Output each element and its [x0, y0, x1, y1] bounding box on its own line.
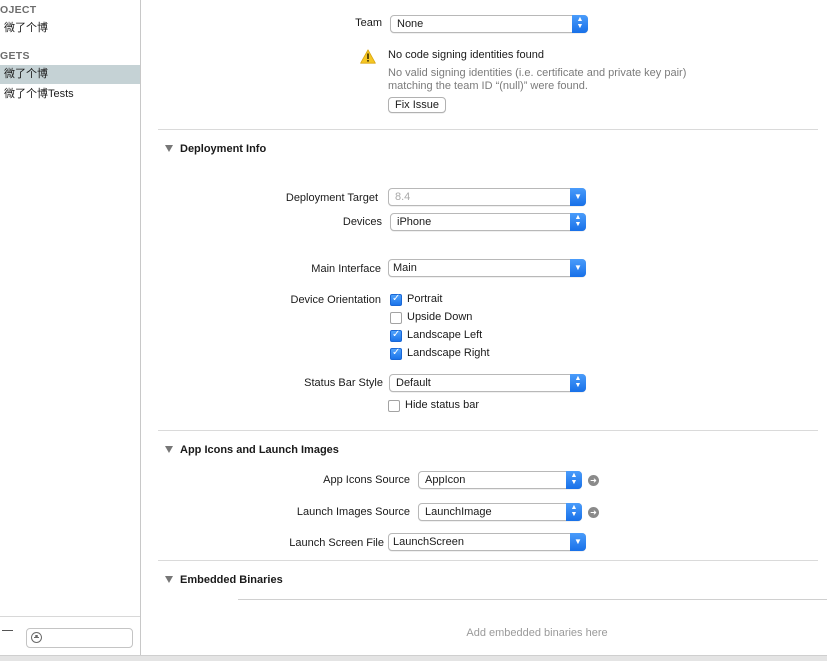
updown-arrows-icon: ▲ ▼	[566, 503, 582, 521]
team-popup[interactable]: None ▲ ▼	[390, 15, 588, 33]
updown-arrows-icon: ▲ ▼	[570, 374, 586, 392]
section-divider	[158, 129, 818, 130]
launch-images-source-popup[interactable]: LaunchImage ▲ ▼	[418, 503, 582, 521]
deployment-target-combo[interactable]: 8.4 ▼	[388, 188, 586, 206]
bottom-bar	[0, 655, 827, 661]
team-value: None	[397, 18, 424, 30]
disclosure-triangle-icon[interactable]	[165, 576, 173, 583]
app-icons-source-label: App Icons Source	[323, 474, 410, 486]
deployment-target-value: 8.4	[395, 191, 411, 203]
checkbox[interactable]	[390, 347, 402, 360]
launch-screen-file-value: LaunchScreen	[393, 536, 464, 548]
arrow-right-circle-icon[interactable]: ➜	[588, 475, 599, 486]
team-label: Team	[355, 17, 382, 29]
section-divider	[158, 560, 818, 561]
checkbox[interactable]	[390, 329, 402, 342]
checkbox-label: Landscape Right	[407, 347, 490, 359]
devices-label: Devices	[342, 216, 382, 228]
main-interface-combo[interactable]: Main ▼	[388, 259, 586, 277]
fix-issue-button[interactable]: Fix Issue	[388, 97, 447, 113]
launch-screen-file-label: Launch Screen File	[289, 537, 384, 549]
device-orientation-label: Device Orientation	[290, 294, 382, 306]
embedded-binaries-placeholder: Add embedded binaries here	[466, 627, 608, 639]
remove-target-button[interactable]	[2, 630, 13, 631]
checkbox-label: Hide status bar	[405, 399, 479, 411]
sidebar-divider	[0, 616, 140, 617]
filter-input[interactable]	[45, 630, 133, 648]
section-title-embedded: Embedded Binaries	[180, 574, 283, 586]
warning-title: No code signing identities found	[388, 49, 544, 61]
main-interface-label: Main Interface	[311, 263, 381, 275]
sidebar-item-target-app[interactable]: 微了个博	[0, 65, 140, 84]
chevron-down-icon: ▼	[570, 533, 586, 551]
deployment-target-label: Deployment Target	[285, 192, 378, 204]
app-icons-source-popup[interactable]: AppIcon ▲ ▼	[418, 471, 582, 489]
disclosure-triangle-icon[interactable]	[165, 145, 173, 152]
section-divider	[158, 430, 818, 431]
section-title-app-icons: App Icons and Launch Images	[180, 444, 339, 456]
sidebar-item-target-tests[interactable]: 微了个博Tests	[0, 85, 140, 104]
status-bar-style-label: Status Bar Style	[304, 377, 383, 389]
app-icons-source-value: AppIcon	[425, 474, 466, 486]
sidebar-item-project[interactable]: 微了个博	[0, 19, 140, 38]
launch-images-source-value: LaunchImage	[425, 506, 492, 518]
checkbox[interactable]	[390, 312, 402, 324]
devices-popup[interactable]: iPhone ▲ ▼	[390, 213, 586, 231]
disclosure-triangle-icon[interactable]	[165, 446, 173, 453]
warning-detail: No valid signing identities (i.e. certif…	[388, 67, 687, 79]
devices-value: iPhone	[397, 216, 432, 228]
updown-arrows-icon: ▲ ▼	[572, 15, 588, 33]
sidebar-targets-header: GETS	[0, 50, 30, 62]
checkbox[interactable]	[388, 400, 400, 412]
warning-detail: matching the team ID “(null)” were found…	[388, 80, 588, 92]
sidebar-item-label: 微了个博Tests	[4, 88, 74, 100]
launch-screen-file-combo[interactable]: LaunchScreen ▼	[388, 533, 586, 551]
sidebar: OJECT 微了个博 GETS 微了个博 微了个博Tests	[0, 0, 141, 660]
checkbox-label: Landscape Left	[407, 329, 483, 341]
warning-triangle-icon	[360, 49, 376, 64]
status-bar-style-value: Default	[396, 377, 431, 389]
sidebar-item-label: 微了个博	[4, 68, 48, 80]
embedded-table-header-line	[238, 599, 827, 600]
filter-icon	[31, 632, 42, 643]
updown-arrows-icon: ▲ ▼	[566, 471, 582, 489]
chevron-down-icon: ▼	[570, 188, 586, 206]
main-interface-value: Main	[393, 262, 417, 274]
updown-arrows-icon: ▲ ▼	[570, 213, 586, 231]
arrow-right-circle-icon[interactable]: ➜	[588, 507, 599, 518]
sidebar-item-label: 微了个博	[4, 22, 48, 34]
chevron-down-icon: ▼	[570, 259, 586, 277]
checkbox-label: Upside Down	[407, 311, 473, 323]
checkbox-label: Portrait	[407, 293, 443, 305]
launch-images-source-label: Launch Images Source	[296, 506, 410, 518]
sidebar-filter-field[interactable]	[26, 628, 133, 648]
section-title-deployment: Deployment Info	[180, 143, 267, 155]
sidebar-project-header: OJECT	[0, 4, 37, 16]
status-bar-style-popup[interactable]: Default ▲ ▼	[389, 374, 586, 392]
checkbox[interactable]	[390, 293, 402, 306]
